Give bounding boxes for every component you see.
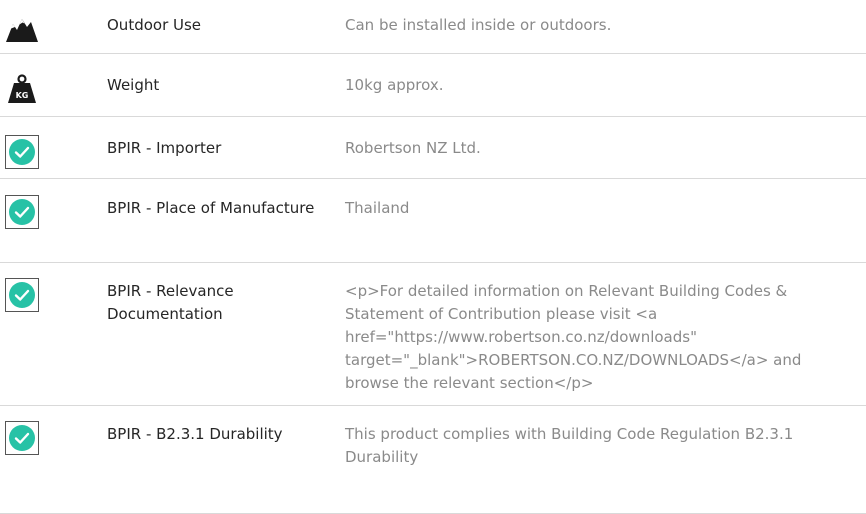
kg-badge-text: KG xyxy=(16,91,29,100)
check-circle-icon xyxy=(5,135,39,169)
check-circle-icon xyxy=(5,421,39,455)
icon-cell xyxy=(0,12,107,46)
spec-row-bpir-relevance-documentation: BPIR - Relevance Documentation <p>For de… xyxy=(0,263,866,406)
spec-row-bpir-place-of-manufacture: BPIR - Place of Manufacture Thailand xyxy=(0,179,866,263)
spec-label: BPIR - Place of Manufacture xyxy=(107,199,315,217)
spec-value: Can be installed inside or outdoors. xyxy=(345,16,612,34)
spec-value: Robertson NZ Ltd. xyxy=(345,139,481,157)
spec-value: <p>For detailed information on Relevant … xyxy=(345,282,802,392)
spec-label: BPIR - Relevance Documentation xyxy=(107,282,234,323)
spec-label: BPIR - B2.3.1 Durability xyxy=(107,425,283,443)
spec-value: This product complies with Building Code… xyxy=(345,425,794,466)
spec-label: Weight xyxy=(107,76,160,94)
spec-row-weight: KG Weight 10kg approx. xyxy=(0,54,866,117)
spec-row-bpir-importer: BPIR - Importer Robertson NZ Ltd. xyxy=(0,117,866,179)
check-circle-icon xyxy=(5,278,39,312)
spec-value: 10kg approx. xyxy=(345,76,444,94)
weight-kg-icon: KG xyxy=(5,72,39,106)
icon-cell xyxy=(0,125,107,169)
check-circle-icon xyxy=(5,195,39,229)
icon-cell xyxy=(0,411,107,455)
spec-row-outdoor-use: Outdoor Use Can be installed inside or o… xyxy=(0,0,866,54)
spec-label: Outdoor Use xyxy=(107,16,202,34)
icon-cell xyxy=(0,185,107,229)
spec-value: Thailand xyxy=(345,199,410,217)
spec-row-bpir-durability: BPIR - B2.3.1 Durability This product co… xyxy=(0,406,866,514)
mountain-icon xyxy=(5,12,39,46)
spec-label: BPIR - Importer xyxy=(107,139,222,157)
spec-table: Outdoor Use Can be installed inside or o… xyxy=(0,0,866,514)
icon-cell xyxy=(0,268,107,312)
icon-cell: KG xyxy=(0,62,107,106)
